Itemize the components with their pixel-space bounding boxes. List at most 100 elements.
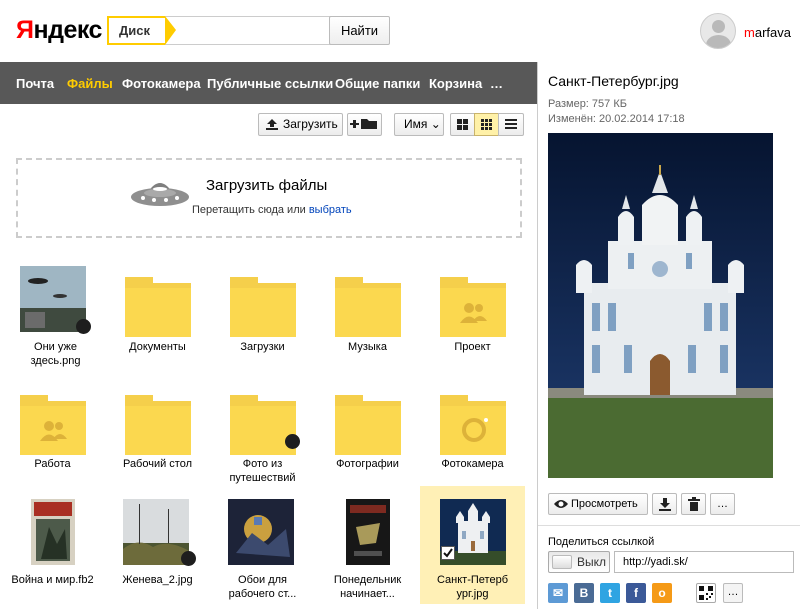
eye-icon bbox=[554, 500, 568, 508]
small-grid-icon bbox=[481, 119, 492, 130]
search-service-tag: Диск bbox=[107, 16, 176, 45]
folder-tile-music[interactable]: Музыка bbox=[315, 262, 420, 387]
folder-tile-photos[interactable]: Фотографии bbox=[315, 380, 420, 505]
upload-label: Загрузить bbox=[283, 117, 338, 131]
dropzone-title: Загрузить файлы bbox=[206, 177, 328, 194]
dropzone-hint-text: Перетащить сюда или bbox=[192, 204, 309, 216]
vk-share-icon[interactable]: В bbox=[574, 583, 594, 603]
divider bbox=[538, 525, 800, 526]
nav-item-trash[interactable]: Корзина bbox=[429, 62, 482, 104]
shared-folder-icon bbox=[440, 277, 506, 337]
share-toggle[interactable]: Выкл bbox=[548, 551, 610, 573]
more-actions-button[interactable]: … bbox=[710, 493, 735, 515]
avatar[interactable] bbox=[700, 13, 736, 49]
search-box: Диск Найти bbox=[107, 16, 390, 45]
twitter-share-icon[interactable]: t bbox=[600, 583, 620, 603]
folder-icon bbox=[125, 395, 191, 455]
checked-checkbox-icon[interactable] bbox=[441, 546, 455, 560]
file-label: Понедельник bbox=[333, 574, 402, 586]
file-label: Война и мир.fb2 bbox=[11, 574, 94, 586]
nav-item-mail[interactable]: Почта bbox=[16, 62, 54, 104]
shared-link-badge bbox=[285, 434, 300, 449]
file-label: Женева_2.jpg bbox=[122, 574, 193, 586]
people-icon bbox=[460, 303, 487, 323]
file-label-line2: ург.jpg bbox=[456, 588, 489, 600]
file-modified: Изменён: 20.02.2014 17:18 bbox=[548, 113, 685, 125]
download-icon bbox=[659, 498, 671, 511]
folder-label-line2: путешествий bbox=[229, 472, 296, 484]
facebook-share-icon[interactable]: f bbox=[626, 583, 646, 603]
camera-folder-icon bbox=[440, 395, 506, 455]
geneva-photo-thumbnail bbox=[123, 499, 189, 565]
folder-tile-work[interactable]: Работа bbox=[0, 380, 105, 505]
main-nav: Почта Файлы Фотокамера Публичные ссылки … bbox=[0, 62, 537, 104]
file-label: Они уже bbox=[34, 341, 77, 353]
qr-code-icon[interactable] bbox=[696, 583, 716, 603]
panel-divider bbox=[537, 62, 538, 609]
selected-file-title: Санкт-Петербург.jpg bbox=[548, 73, 679, 89]
folder-label: Работа bbox=[34, 458, 71, 470]
share-link-label: Поделиться ссылкой bbox=[548, 536, 655, 548]
folder-label: Фотокамера bbox=[441, 458, 504, 470]
delete-button[interactable] bbox=[681, 493, 706, 515]
file-tile-monday[interactable]: Понедельник начинает... bbox=[315, 492, 420, 609]
view-list-button[interactable] bbox=[498, 113, 524, 136]
logo-letter: Я bbox=[16, 16, 34, 44]
file-tile-saint-petersburg[interactable]: Санкт-Петерб ург.jpg bbox=[420, 486, 525, 604]
nav-more[interactable]: … bbox=[490, 62, 503, 104]
list-icon bbox=[505, 119, 517, 129]
new-folder-button[interactable] bbox=[347, 113, 382, 136]
odnoklassniki-share-icon[interactable]: о bbox=[652, 583, 672, 603]
file-label: Обои для bbox=[238, 574, 287, 586]
search-button[interactable]: Найти bbox=[329, 16, 390, 45]
nav-item-camera[interactable]: Фотокамера bbox=[122, 62, 201, 104]
folder-icon bbox=[335, 395, 401, 455]
folder-icon bbox=[125, 277, 191, 337]
sort-dropdown[interactable]: Имя ⌄ bbox=[394, 113, 444, 136]
file-tile-wallpapers[interactable]: Обои для рабочего ст... bbox=[210, 492, 315, 609]
folder-label: Фото из bbox=[242, 458, 283, 470]
choose-files-link[interactable]: выбрать bbox=[309, 204, 352, 216]
large-grid-icon bbox=[457, 119, 468, 130]
dropzone-hint: Перетащить сюда или выбрать bbox=[192, 204, 352, 216]
download-button[interactable] bbox=[652, 493, 677, 515]
file-tile-war-and-peace[interactable]: Война и мир.fb2 bbox=[0, 492, 105, 609]
toggle-knob bbox=[552, 555, 572, 569]
file-label-line2: здесь.png bbox=[30, 355, 81, 367]
nav-item-shared-folders[interactable]: Общие папки bbox=[335, 62, 420, 104]
file-tile-geneva[interactable]: Женева_2.jpg bbox=[105, 492, 210, 609]
folder-label: Проект bbox=[454, 341, 491, 353]
shared-link-badge bbox=[76, 319, 91, 334]
view-file-button[interactable]: Просмотреть bbox=[548, 493, 648, 515]
email-share-icon[interactable]: ✉ bbox=[548, 583, 568, 603]
folder-icon bbox=[335, 277, 401, 337]
file-preview[interactable] bbox=[548, 133, 773, 478]
folder-label: Рабочий стол bbox=[122, 458, 193, 470]
share-toggle-state: Выкл bbox=[577, 555, 607, 569]
folder-label: Документы bbox=[129, 341, 186, 353]
folder-tile-documents[interactable]: Документы bbox=[105, 262, 210, 387]
nav-item-files[interactable]: Файлы bbox=[67, 62, 113, 104]
folder-tile-travel-photos[interactable]: Фото из путешествий bbox=[210, 380, 315, 505]
folder-tile-project[interactable]: Проект bbox=[420, 262, 525, 387]
username-first-letter: m bbox=[744, 25, 755, 40]
view-large-icons-button[interactable] bbox=[450, 113, 475, 136]
username[interactable]: marfava bbox=[744, 25, 791, 40]
folder-tile-desktop[interactable]: Рабочий стол bbox=[105, 380, 210, 505]
file-tile-onions[interactable]: Они уже здесь.png bbox=[3, 262, 108, 387]
nav-item-public-links[interactable]: Публичные ссылки bbox=[207, 62, 333, 104]
upload-button[interactable]: Загрузить bbox=[258, 113, 343, 136]
view-file-label: Просмотреть bbox=[571, 498, 638, 510]
yandex-logo[interactable]: Яндекс bbox=[16, 16, 102, 45]
share-link-field[interactable] bbox=[614, 551, 794, 573]
folder-tile-downloads[interactable]: Загрузки bbox=[210, 262, 315, 387]
drop-zone[interactable]: Загрузить файлы Перетащить сюда или выбр… bbox=[16, 158, 522, 238]
file-label-line2: начинает... bbox=[340, 588, 395, 600]
search-service-label: Диск bbox=[119, 23, 150, 38]
new-folder-icon bbox=[350, 119, 377, 129]
book-cover-thumbnail bbox=[346, 499, 390, 565]
view-small-icons-button[interactable] bbox=[474, 113, 499, 136]
folder-label: Загрузки bbox=[240, 341, 285, 353]
social-more-button[interactable]: … bbox=[723, 583, 743, 603]
upload-icon bbox=[266, 119, 278, 130]
